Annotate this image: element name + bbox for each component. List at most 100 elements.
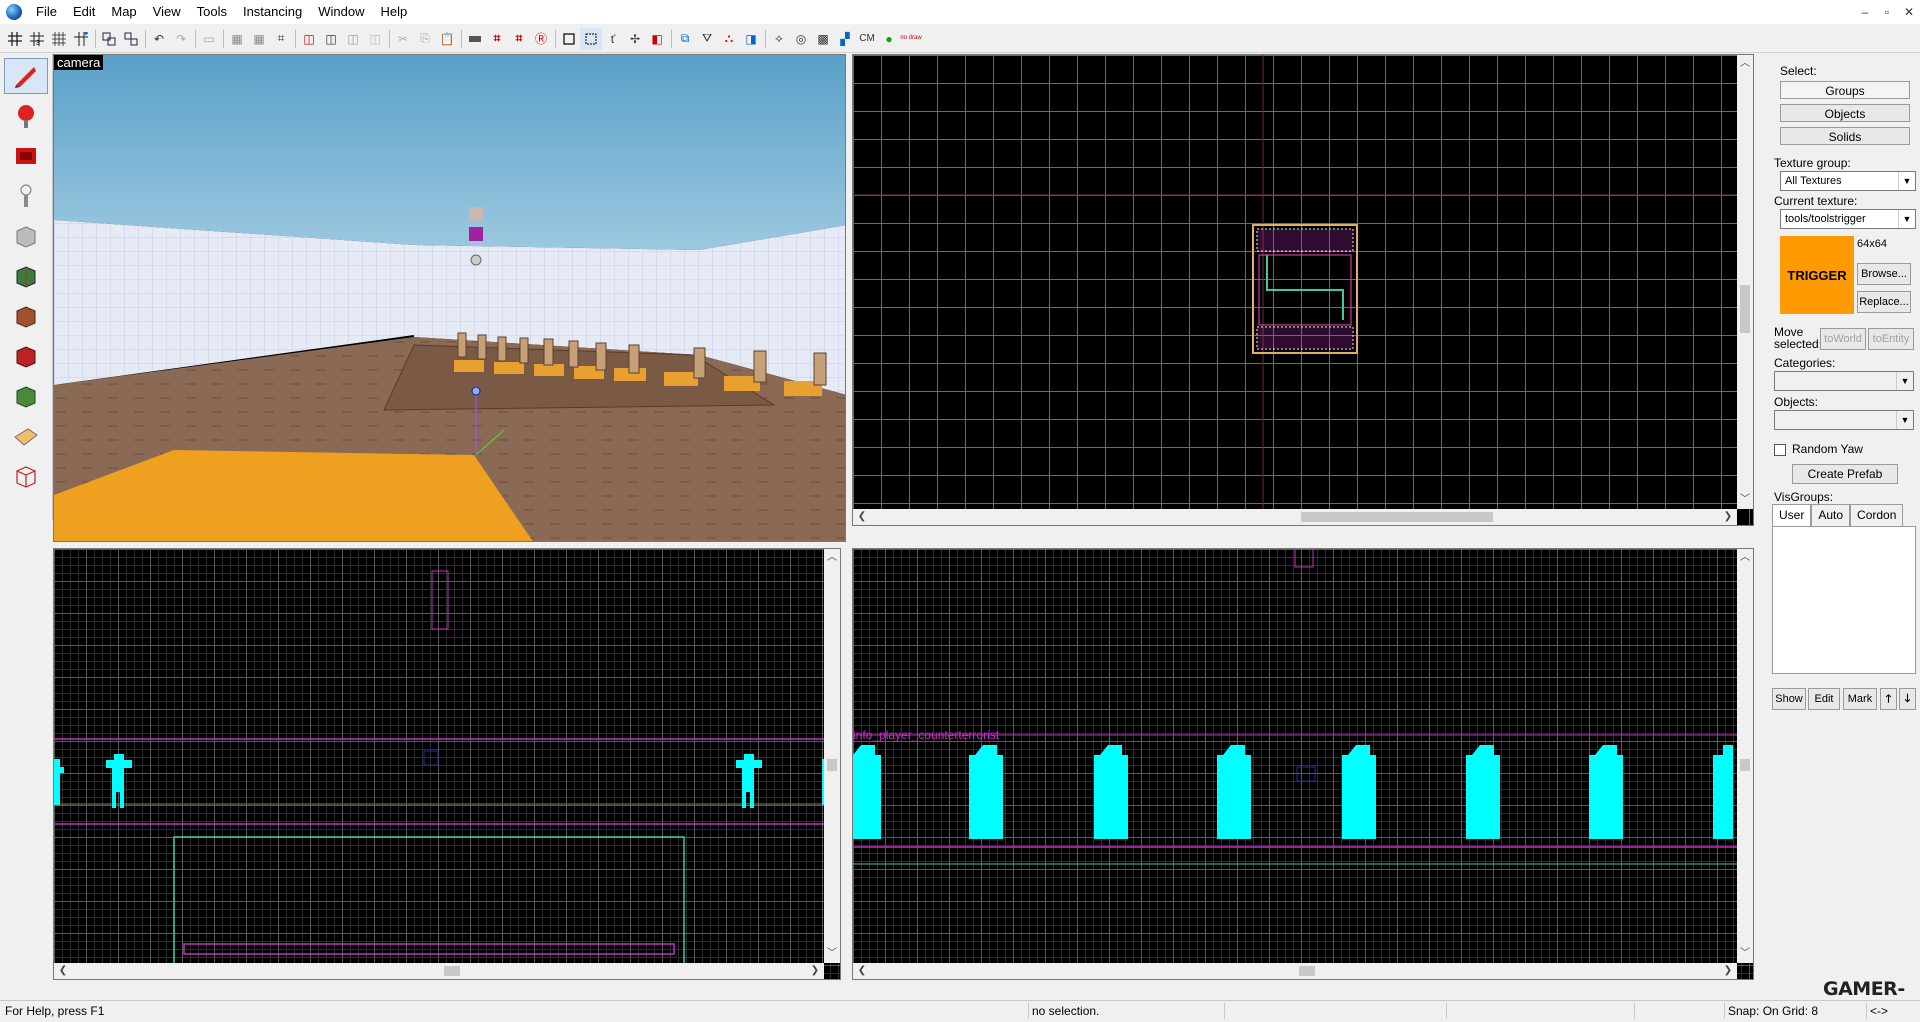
move-up-icon[interactable]: 🡑: [1880, 688, 1897, 710]
objects-select[interactable]: ▼: [1774, 410, 1914, 430]
camera-view-label[interactable]: camera: [54, 55, 104, 70]
categories-select[interactable]: ▼: [1774, 371, 1914, 391]
scroll-thumb[interactable]: [1740, 285, 1750, 333]
smaller-grid-icon[interactable]: [48, 28, 70, 50]
grid-3d-icon[interactable]: 3: [26, 28, 48, 50]
vertex-tool-button[interactable]: [4, 458, 48, 494]
displacement-icon[interactable]: ⟡: [768, 28, 790, 50]
cut-icon[interactable]: ✂: [392, 28, 414, 50]
texture-tool-button[interactable]: [4, 258, 48, 294]
scroll-down-arrow-icon[interactable]: ﹀: [1737, 493, 1753, 507]
red-x-grid-icon[interactable]: ⌗: [486, 28, 508, 50]
tab-user[interactable]: User: [1772, 504, 1812, 526]
nodraw-icon[interactable]: no draw: [900, 28, 922, 50]
paste-icon[interactable]: 📋: [436, 28, 458, 50]
texture-group-select[interactable]: All Textures ▼: [1780, 171, 1916, 191]
redo-icon[interactable]: ↷: [170, 28, 192, 50]
scroll-down-arrow-icon[interactable]: ﹀: [824, 947, 840, 961]
apply-overlay-button[interactable]: [4, 378, 48, 414]
select-objects-button[interactable]: Objects: [1780, 104, 1910, 122]
entity-tool-button[interactable]: [4, 178, 48, 214]
menu-view[interactable]: View: [145, 0, 189, 24]
select-dashed-icon[interactable]: [580, 27, 602, 50]
top-view-vscrollbar[interactable]: ︿ ﹀: [1737, 55, 1753, 509]
top-2d-viewport[interactable]: ❮ ❯ ︿ ﹀: [852, 54, 1754, 526]
side-2d-viewport[interactable]: info_player_counterterrorist ❮ ❯ ︿ ﹀: [852, 548, 1754, 980]
copy-icon[interactable]: ⎘: [414, 28, 436, 50]
apply-decal-button[interactable]: [4, 338, 48, 374]
cordon-map-icon[interactable]: CM: [856, 28, 878, 50]
vertex-icon[interactable]: ◧: [646, 28, 668, 50]
menu-edit[interactable]: Edit: [65, 0, 103, 24]
front-2d-viewport[interactable]: ❮ ❯ ︿ ﹀: [53, 548, 841, 980]
scroll-thumb[interactable]: [1299, 966, 1315, 976]
larger-grid-icon[interactable]: [70, 28, 92, 50]
scroll-right-arrow-icon[interactable]: ❯: [808, 963, 822, 979]
texture-lock-icon[interactable]: ⌗: [270, 28, 292, 50]
sphere-icon[interactable]: ◎: [790, 28, 812, 50]
scroll-left-arrow-icon[interactable]: ❮: [855, 509, 869, 525]
create-prefab-button[interactable]: Create Prefab: [1792, 464, 1898, 484]
browse-texture-button[interactable]: Browse...: [1857, 263, 1911, 285]
to-entity-button[interactable]: toEntity: [1868, 328, 1914, 350]
scroll-left-arrow-icon[interactable]: ❮: [855, 963, 869, 979]
models-icon[interactable]: ⧉: [674, 28, 696, 50]
scroll-left-arrow-icon[interactable]: ❮: [56, 963, 70, 979]
solid-block-icon[interactable]: [464, 28, 486, 50]
scroll-down-arrow-icon[interactable]: ﹀: [1737, 947, 1753, 961]
restore-button[interactable]: ▫: [1876, 0, 1898, 24]
minimize-button[interactable]: –: [1854, 0, 1876, 24]
group-icon[interactable]: [98, 28, 120, 50]
green-sphere-icon[interactable]: ●: [878, 28, 900, 50]
cube-outline-icon[interactable]: ◫: [320, 28, 342, 50]
menu-file[interactable]: File: [28, 0, 65, 24]
hatch-icon[interactable]: ▩: [812, 28, 834, 50]
front-view-hscrollbar[interactable]: ❮ ❯: [54, 963, 824, 979]
front-view-vscrollbar[interactable]: ︿ ﹀: [824, 549, 840, 963]
select-solids-button[interactable]: Solids: [1780, 127, 1910, 145]
overlay-icon[interactable]: ⛬: [718, 28, 740, 50]
record-icon[interactable]: Ⓡ: [530, 28, 552, 50]
scroll-up-arrow-icon[interactable]: ︿: [1737, 57, 1753, 71]
hammer-app-icon[interactable]: [6, 4, 22, 20]
scroll-thumb[interactable]: [1301, 512, 1493, 522]
red-x-grid2-icon[interactable]: ⌗: [508, 28, 530, 50]
carve-icon[interactable]: ▭: [198, 28, 220, 50]
scroll-right-arrow-icon[interactable]: ❯: [1721, 963, 1735, 979]
cube-gray-icon[interactable]: ◫: [342, 28, 364, 50]
texture-application-icon[interactable]: ť: [602, 28, 624, 50]
tab-auto[interactable]: Auto: [1811, 504, 1851, 526]
menu-tools[interactable]: Tools: [189, 0, 235, 24]
scroll-thumb[interactable]: [1740, 759, 1750, 771]
scroll-thumb[interactable]: [444, 966, 460, 976]
visgroups-list[interactable]: [1772, 526, 1916, 674]
cube-light-icon[interactable]: ◫: [364, 28, 386, 50]
scroll-thumb[interactable]: [827, 759, 837, 771]
current-texture-select[interactable]: tools/toolstrigger ▼: [1780, 209, 1916, 229]
select-groups-button[interactable]: Groups: [1780, 81, 1910, 99]
block-tool-button[interactable]: [4, 218, 48, 254]
cube-red-icon[interactable]: ◫: [298, 28, 320, 50]
clip-icon[interactable]: ✢: [624, 28, 646, 50]
menu-instancing[interactable]: Instancing: [235, 0, 310, 24]
to-world-button[interactable]: toWorld: [1820, 328, 1866, 350]
camera-viewport[interactable]: camera: [53, 54, 846, 542]
toggle-grid-icon[interactable]: [4, 28, 26, 50]
menu-map[interactable]: Map: [103, 0, 144, 24]
scroll-up-arrow-icon[interactable]: ︿: [1737, 551, 1753, 565]
menu-window[interactable]: Window: [310, 0, 372, 24]
apply-texture-button[interactable]: [4, 298, 48, 334]
move-down-icon[interactable]: 🡓: [1899, 688, 1916, 710]
side-view-hscrollbar[interactable]: ❮ ❯: [853, 963, 1737, 979]
random-yaw-checkbox[interactable]: [1774, 444, 1786, 456]
menu-help[interactable]: Help: [372, 0, 415, 24]
replace-texture-button[interactable]: Replace...: [1857, 291, 1911, 313]
scroll-up-arrow-icon[interactable]: ︿: [824, 551, 840, 565]
camera-tool-button[interactable]: [4, 138, 48, 174]
selection-tool-button[interactable]: [4, 58, 48, 94]
close-button[interactable]: ✕: [1898, 0, 1920, 24]
path-icon[interactable]: ⛛: [696, 28, 718, 50]
decal-icon[interactable]: ◨: [740, 28, 762, 50]
selection-box-icon[interactable]: [558, 28, 580, 50]
tab-cordon[interactable]: Cordon: [1850, 504, 1904, 526]
